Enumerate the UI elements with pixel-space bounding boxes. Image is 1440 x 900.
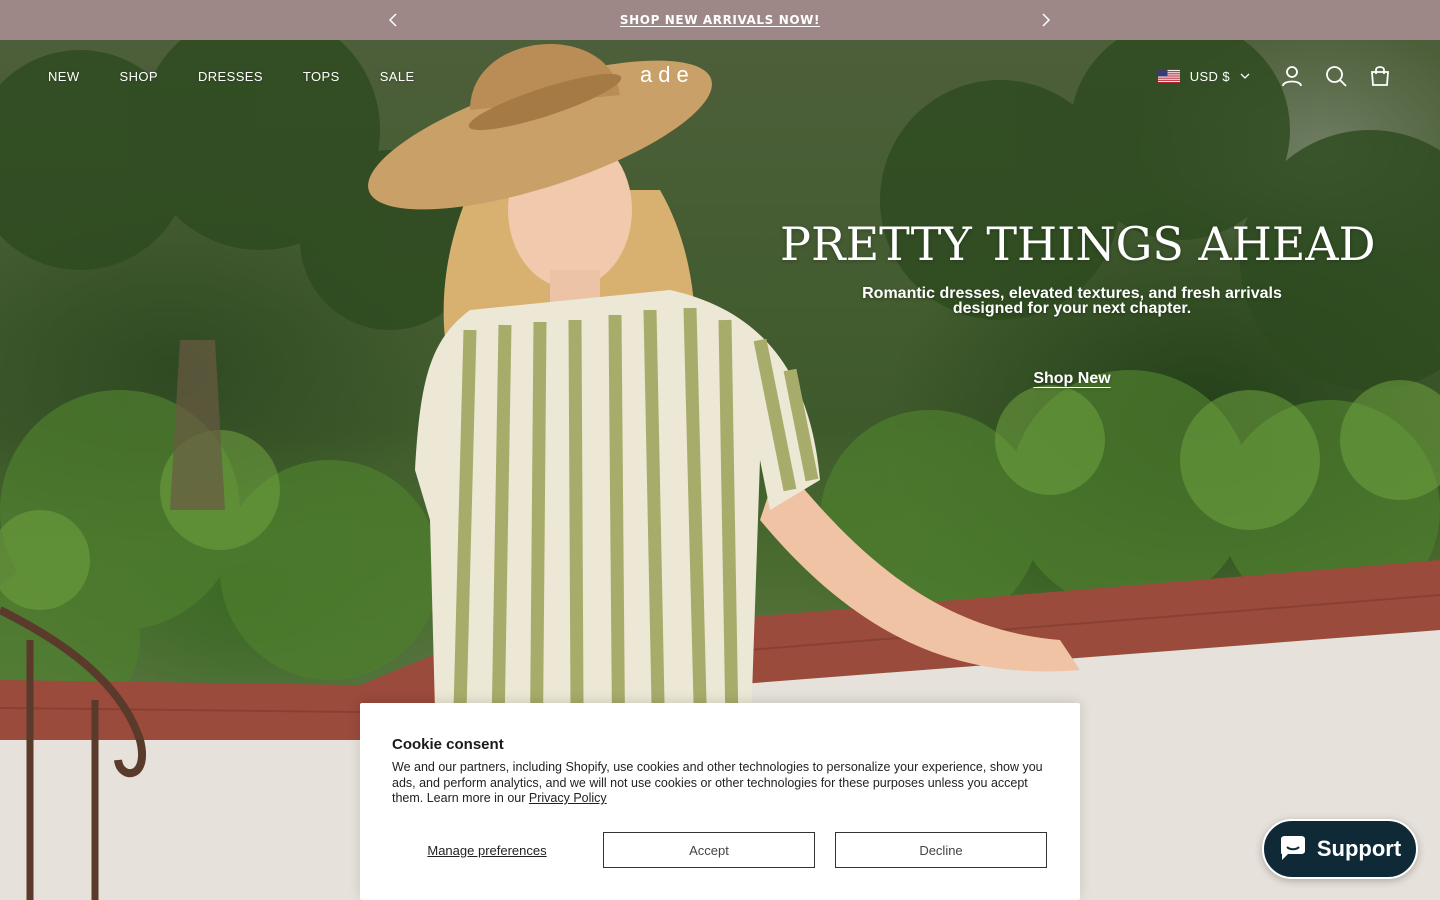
chevron-right-icon: [1042, 13, 1051, 27]
cookie-description: We and our partners, including Shopify, …: [392, 760, 1052, 807]
cookie-title: Cookie consent: [392, 736, 504, 753]
cookie-consent-banner: Cookie consent We and our partners, incl…: [360, 703, 1080, 900]
nav-item-sale[interactable]: SALE: [380, 69, 415, 84]
cookie-body: We and our partners, including Shopify, …: [392, 760, 1043, 805]
cart-icon: [1371, 66, 1389, 86]
announcement-next-button[interactable]: [1026, 0, 1066, 40]
hero-subtitle-line-1: Romantic dresses, elevated textures, and…: [862, 285, 1282, 302]
search-button[interactable]: [1324, 64, 1348, 88]
manage-preferences-button[interactable]: Manage preferences: [392, 832, 582, 868]
hero-subtitle: Romantic dresses, elevated textures, and…: [780, 285, 1364, 317]
search-icon: [1326, 66, 1347, 87]
announcement-link[interactable]: SHOP NEW ARRIVALS NOW!: [620, 13, 820, 27]
decline-button[interactable]: Decline: [835, 832, 1047, 868]
cookie-actions: Manage preferences Accept Decline: [392, 832, 1048, 868]
currency-label: USD $: [1189, 68, 1230, 84]
nav-item-tops[interactable]: TOPS: [303, 69, 340, 84]
chevron-down-icon: [1240, 73, 1250, 79]
nav-item-new[interactable]: NEW: [48, 69, 80, 84]
shop-new-link[interactable]: Shop New: [1033, 370, 1110, 388]
announcement-prev-button[interactable]: [373, 0, 413, 40]
hero-subtitle-line-2: designed for your next chapter.: [952, 300, 1192, 317]
accept-button[interactable]: Accept: [603, 832, 815, 868]
announcement-bar: SHOP NEW ARRIVALS NOW!: [0, 0, 1440, 40]
chevron-left-icon: [388, 13, 397, 27]
us-flag-icon: [1157, 69, 1180, 83]
nav-item-shop[interactable]: SHOP: [120, 69, 158, 84]
privacy-policy-link[interactable]: Privacy Policy: [529, 791, 607, 805]
site-logo[interactable]: ade: [640, 62, 800, 90]
hero-content: PRETTY THINGS AHEAD Romantic dresses, el…: [780, 217, 1376, 388]
header-actions: USD $: [1157, 40, 1392, 112]
support-chat-button[interactable]: Support: [1262, 819, 1418, 879]
main-nav: NEW SHOP DRESSES TOPS SALE: [48, 40, 415, 112]
currency-selector[interactable]: USD $: [1157, 68, 1250, 84]
chat-bubble-icon: [1280, 836, 1305, 860]
support-label: Support: [1316, 836, 1402, 861]
account-icon: [1282, 66, 1302, 87]
hero-title: PRETTY THINGS AHEAD: [780, 217, 1376, 271]
nav-item-dresses[interactable]: DRESSES: [198, 69, 263, 84]
site-header: NEW SHOP DRESSES TOPS SALE ade USD $: [0, 40, 1440, 112]
account-button[interactable]: [1280, 64, 1304, 88]
cart-button[interactable]: [1368, 64, 1392, 88]
